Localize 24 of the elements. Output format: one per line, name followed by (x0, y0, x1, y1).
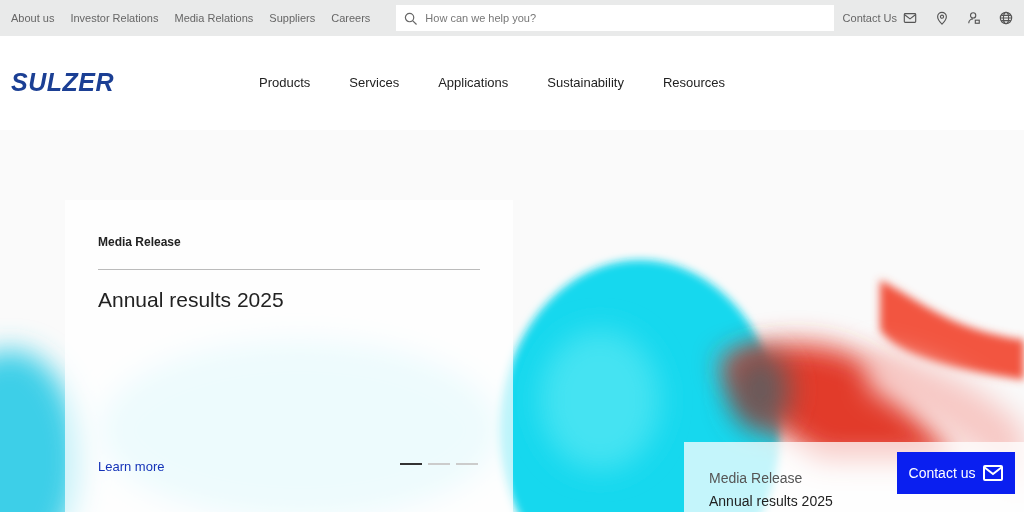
nav-link[interactable]: Sustainability (547, 73, 624, 93)
teaser-eyebrow: Media Release (709, 469, 803, 488)
top-link[interactable]: Investor Relations (70, 9, 159, 27)
logo[interactable]: SULZER (11, 64, 114, 102)
nav-link[interactable]: Applications (438, 73, 509, 93)
mail-icon (983, 464, 1004, 482)
globe-icon[interactable] (999, 11, 1013, 25)
contact-link[interactable]: Contact Us (842, 9, 897, 27)
user-icon[interactable] (967, 11, 981, 25)
eyebrow-label: Media Release (98, 234, 182, 251)
top-link[interactable]: About us (11, 9, 55, 27)
learn-more-link[interactable]: Learn more (98, 457, 165, 477)
hero-title: Annual results 2025 (98, 287, 285, 313)
teaser-title: Annual results 2025 (709, 493, 833, 510)
top-link[interactable]: Media Relations (174, 9, 254, 27)
mail-icon[interactable] (903, 11, 917, 25)
contact-button[interactable]: Contact us (897, 452, 1015, 494)
location-icon[interactable] (935, 11, 949, 25)
nav-link[interactable]: Services (349, 73, 400, 93)
search-icon[interactable] (404, 11, 418, 25)
nav-link[interactable]: Products (259, 73, 311, 93)
top-link[interactable]: Careers (331, 9, 371, 27)
top-link[interactable]: Suppliers (269, 9, 316, 27)
nav-link[interactable]: Resources (662, 73, 726, 93)
